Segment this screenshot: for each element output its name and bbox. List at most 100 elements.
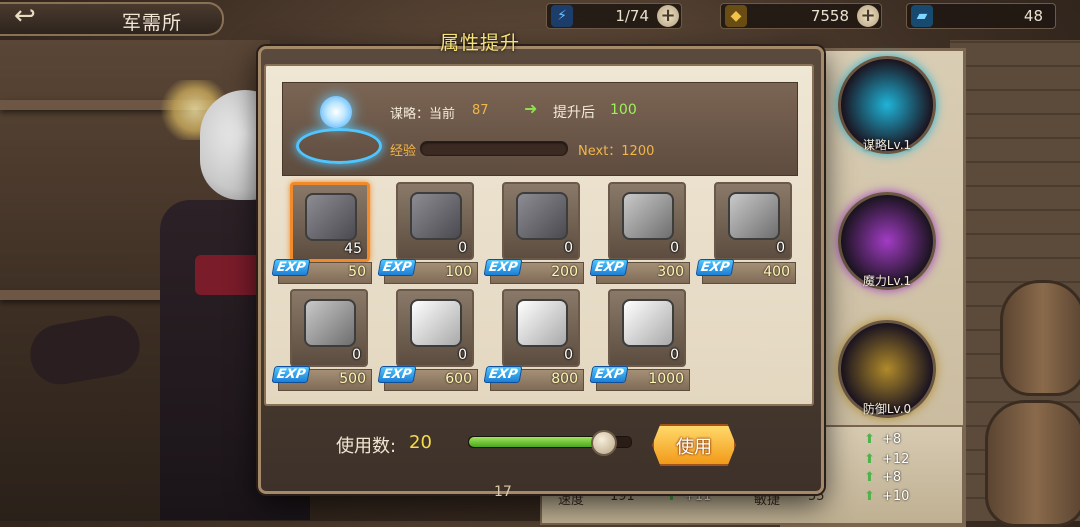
add-gold-button[interactable]: + (857, 5, 879, 27)
arrow-right-icon: ➜ (524, 99, 538, 118)
exp-value: 600 (445, 371, 472, 387)
item-count: 0 (458, 347, 467, 363)
exp-value: 100 (445, 264, 472, 280)
stat-label: 谋略：当前 (390, 107, 456, 122)
exp-tag: EXP 600 (377, 366, 478, 391)
exp-tag: EXP 400 (695, 259, 796, 284)
exp-tag: EXP 100 (377, 259, 478, 284)
level-badge: 17 (494, 484, 512, 500)
exp-value: 400 (763, 264, 790, 280)
emblem-label: 防御Lv.0 (862, 402, 912, 416)
orb-core (320, 96, 352, 128)
slider-handle[interactable] (590, 430, 617, 456)
exp-value: 1000 (648, 371, 684, 387)
barrel (985, 400, 1080, 527)
material-item[interactable]: 0 (608, 182, 686, 260)
next-exp-label: Next：1200 (578, 144, 655, 159)
item-count: 0 (352, 347, 361, 363)
item-count: 0 (564, 240, 573, 256)
emblem-label: 谋略Lv.1 (862, 138, 912, 152)
energy-counter: ⚡ 1/74 + (546, 3, 682, 29)
exp-badge: EXP (589, 259, 629, 276)
slider-fill (469, 437, 602, 447)
exp-badge: EXP (377, 366, 417, 383)
scroll-icon (410, 299, 462, 347)
exp-tag: EXP 1000 (589, 366, 690, 391)
item-count: 0 (776, 240, 785, 256)
crystal-counter: ▰ 48 (906, 3, 1056, 29)
emblem-label: 魔力Lv.1 (862, 274, 912, 288)
blue-crystal-icon: ▰ (911, 5, 933, 27)
material-item[interactable]: 0 (502, 182, 580, 260)
exp-value: 500 (339, 371, 366, 387)
stat-after-value: 100 (610, 102, 637, 118)
stat-bonus: +8 (882, 432, 902, 447)
use-button[interactable]: 使用 (652, 424, 736, 466)
exp-tag: EXP 500 (271, 366, 372, 391)
strategy-orb-icon (296, 92, 382, 164)
exp-value: 300 (657, 264, 684, 280)
exp-badge: EXP (483, 259, 523, 276)
exp-tag: EXP 200 (483, 259, 584, 284)
add-energy-button[interactable]: + (657, 5, 679, 27)
use-count-label: 使用数: (336, 436, 397, 457)
item-count: 45 (344, 241, 362, 257)
stat-bonus: +8 (882, 470, 902, 485)
scroll-icon (622, 192, 674, 240)
orb-ring (296, 128, 382, 164)
page-title: 军需所 (122, 12, 183, 34)
energy-value: 1/74 (615, 7, 649, 25)
material-item[interactable]: 0 (290, 289, 368, 367)
scroll-icon (622, 299, 674, 347)
exp-badge: EXP (271, 366, 311, 383)
use-button-label: 使用 (676, 437, 712, 458)
attribute-emblem[interactable]: 魔力Lv.1 (838, 192, 936, 290)
exp-tag: EXP 800 (483, 366, 584, 391)
exp-value: 800 (551, 371, 578, 387)
exp-tag: EXP 300 (589, 259, 690, 284)
scroll-icon (305, 193, 357, 241)
arrow-up-icon: ⬆ (864, 470, 875, 485)
item-count: 0 (564, 347, 573, 363)
crystal-value: 48 (1023, 7, 1043, 25)
scroll-icon (410, 192, 462, 240)
material-item[interactable]: 0 (502, 289, 580, 367)
use-count-slider[interactable] (468, 430, 632, 456)
exp-badge: EXP (589, 366, 629, 383)
gold-value: 7558 (810, 7, 849, 25)
exp-tag: EXP 50 (271, 259, 372, 284)
agility-bonus: +10 (882, 489, 910, 504)
arrow-up-icon: ⬆ (864, 489, 875, 504)
material-item[interactable]: 0 (608, 289, 686, 367)
material-item[interactable]: 0 (396, 182, 474, 260)
scroll-icon (304, 299, 356, 347)
back-arrow-icon: ↩ (14, 1, 36, 31)
exp-badge: EXP (377, 259, 417, 276)
scroll-icon (516, 192, 568, 240)
exp-label: 经验 (390, 144, 417, 159)
exp-badge: EXP (271, 259, 311, 276)
barrel (1000, 280, 1080, 396)
stat-current-value: 87 (472, 103, 489, 118)
back-button[interactable]: ↩ 军需所 (0, 2, 224, 36)
material-item[interactable]: 45 (290, 182, 370, 262)
attribute-emblem[interactable]: 防御Lv.0 (838, 320, 936, 418)
exp-progress-bar (420, 141, 568, 156)
material-item[interactable]: 0 (714, 182, 792, 260)
scroll-icon (728, 192, 780, 240)
exp-value: 200 (551, 264, 578, 280)
exp-badge: EXP (483, 366, 523, 383)
gold-cube-icon: ◆ (725, 5, 747, 27)
gold-counter: ◆ 7558 + (720, 3, 882, 29)
lightning-icon: ⚡ (551, 5, 573, 27)
attribute-emblem[interactable]: 谋略Lv.1 (838, 56, 936, 154)
material-item[interactable]: 0 (396, 289, 474, 367)
stat-bonus: +12 (882, 452, 910, 467)
arrow-up-icon: ⬆ (864, 452, 875, 467)
item-count: 0 (458, 240, 467, 256)
exp-value: 50 (348, 264, 366, 280)
dialog-title: 属性提升 (440, 32, 521, 54)
exp-badge: EXP (695, 259, 735, 276)
item-count: 0 (670, 240, 679, 256)
use-count-value: 20 (409, 432, 432, 453)
